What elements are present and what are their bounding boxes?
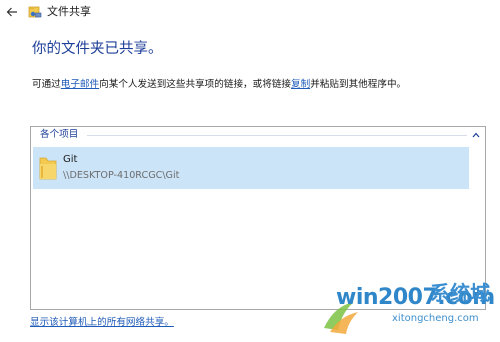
list-item[interactable]: Git \\DESKTOP-410RCGC\Git — [33, 147, 469, 189]
folder-icon — [39, 157, 57, 180]
group-header[interactable]: 各个项目 — [31, 127, 485, 143]
email-link[interactable]: 电子邮件 — [61, 79, 99, 90]
back-arrow-icon — [6, 7, 17, 17]
file-sharing-window: 文件共享 你的文件夹已共享。 可通过电子邮件向某个人发送到这些共享项的链接，或将… — [0, 0, 500, 342]
shared-items-list: 各个项目 Git \\DESKTOP-410RCGC\Git — [30, 126, 486, 310]
group-label: 各个项目 — [40, 129, 79, 140]
title-bar: 文件共享 — [0, 0, 500, 24]
watermark-cn-text: 系统城 — [430, 281, 490, 305]
share-description: 可通过电子邮件向某个人发送到这些共享项的链接，或将链接复制并粘贴到其他程序中。 — [32, 78, 406, 92]
back-button[interactable] — [2, 2, 22, 22]
site-watermark: win2007.com 系统城 xitongcheng.com — [320, 281, 498, 340]
window-title: 文件共享 — [47, 5, 91, 18]
group-divider — [87, 135, 467, 136]
chevron-up-icon — [472, 132, 480, 138]
desc-suffix: 并粘贴到其他程序中。 — [310, 79, 407, 90]
desc-prefix: 可通过 — [32, 79, 61, 90]
show-all-shares-link[interactable]: 显示该计算机上的所有网络共享。 — [30, 316, 174, 330]
page-heading: 你的文件夹已共享。 — [32, 41, 163, 57]
item-name: Git — [63, 154, 78, 165]
collapse-group-button[interactable] — [471, 130, 481, 140]
item-network-path: \\DESKTOP-410RCGC\Git — [63, 170, 180, 181]
copy-link[interactable]: 复制 — [291, 79, 310, 90]
watermark-sub-text: xitongcheng.com — [392, 313, 479, 324]
network-share-icon — [28, 6, 42, 18]
desc-middle: 向某个人发送到这些共享项的链接，或将链接 — [99, 79, 292, 90]
